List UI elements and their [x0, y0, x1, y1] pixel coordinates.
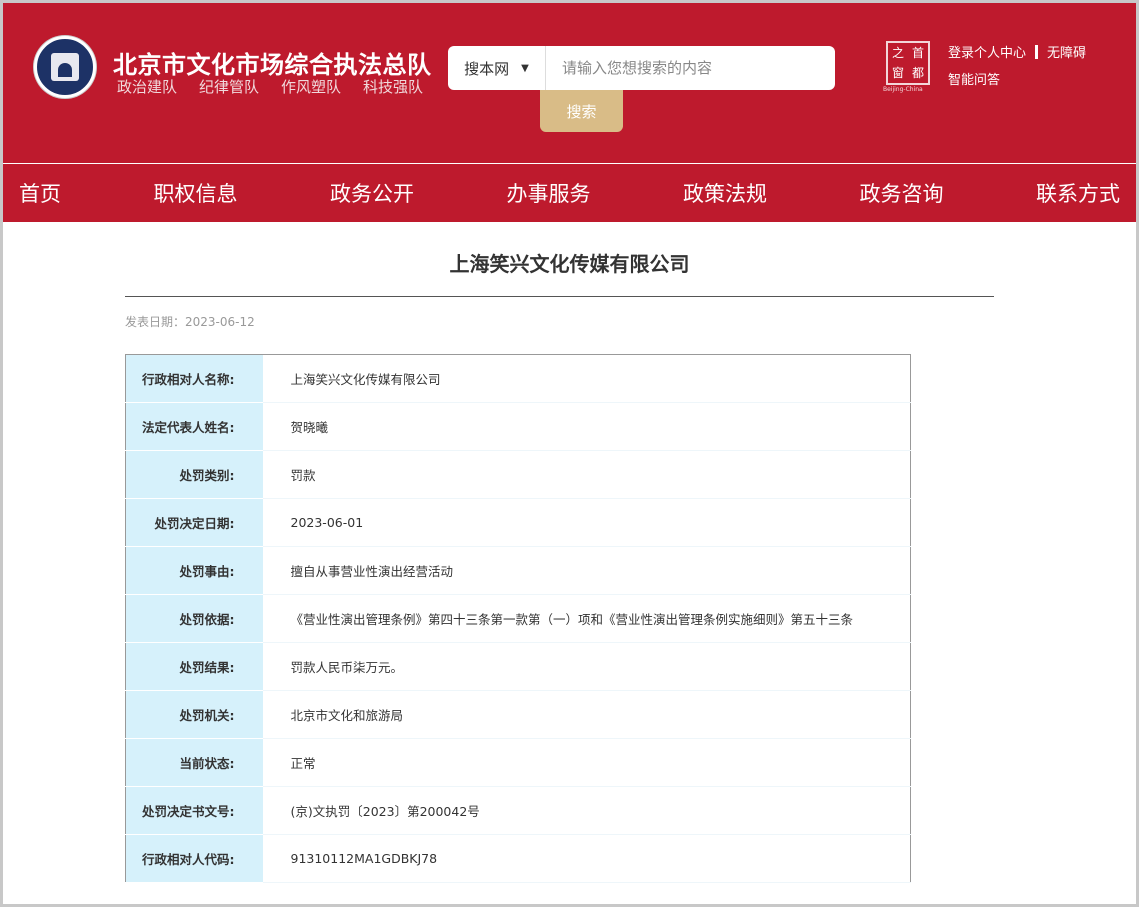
- seal-caption: Beijing-China: [883, 86, 923, 93]
- nav-home[interactable]: 首页: [19, 178, 61, 208]
- field-value: 正常: [262, 738, 911, 787]
- field-value: 罚款: [262, 450, 911, 499]
- caret-down-icon: ▼: [521, 62, 529, 74]
- slogan: 政治建队: [117, 78, 178, 96]
- divider: [1035, 45, 1039, 59]
- divider: [125, 296, 994, 297]
- nav-contact[interactable]: 联系方式: [1036, 178, 1120, 208]
- capital-window-seal-icon[interactable]: 之 首 窗 都: [886, 41, 930, 85]
- emblem-logo-icon[interactable]: [34, 36, 96, 98]
- header: 北京市文化市场综合执法总队 政治建队 纪律管队 作风塑队 科技强队 搜本网 ▼ 搜…: [3, 3, 1136, 163]
- field-label: 处罚事由:: [125, 546, 263, 595]
- login-link[interactable]: 登录个人中心: [948, 46, 1026, 61]
- field-value: 擅自从事营业性演出经营活动: [262, 546, 911, 595]
- accessibility-link[interactable]: 无障碍: [1047, 46, 1086, 61]
- field-label: 处罚机关:: [125, 690, 263, 739]
- field-label: 法定代表人姓名:: [125, 402, 263, 451]
- penalty-table: 行政相对人名称: 上海笑兴文化传媒有限公司 法定代表人姓名: 贺晓曦 处罚类别: 罚款 处罚…: [125, 354, 911, 883]
- search-scope-label: 搜本网: [464, 59, 510, 78]
- site-title[interactable]: 北京市文化市场综合执法总队: [113, 45, 432, 80]
- field-value: 91310112MA1GDBKJ78: [262, 834, 911, 883]
- top-links: 登录个人中心 无障碍 智能问答: [948, 40, 1086, 94]
- page: 北京市文化市场综合执法总队 政治建队 纪律管队 作风塑队 科技强队 搜本网 ▼ 搜…: [3, 3, 1136, 904]
- search-scope-select[interactable]: 搜本网 ▼: [448, 46, 546, 90]
- page-title: 上海笑兴文化传媒有限公司: [449, 252, 690, 276]
- smart-qa-link[interactable]: 智能问答: [948, 73, 1000, 88]
- table-row: 行政相对人代码: 91310112MA1GDBKJ78: [125, 834, 911, 883]
- search-bar: 搜本网 ▼: [448, 46, 835, 90]
- field-value: 北京市文化和旅游局: [262, 690, 911, 739]
- field-value: 《营业性演出管理条例》第四十三条第一款第（一）项和《营业性演出管理条例实施细则》…: [262, 594, 911, 643]
- table-row: 行政相对人名称: 上海笑兴文化传媒有限公司: [125, 354, 911, 403]
- field-label: 处罚依据:: [125, 594, 263, 643]
- seal-char: 首: [911, 46, 924, 60]
- table-row: 处罚决定书文号: (京)文执罚〔2023〕第200042号: [125, 786, 911, 835]
- field-value: 罚款人民币柒万元。: [262, 642, 911, 691]
- slogan: 作风塑队: [281, 78, 342, 96]
- publish-date: 发表日期：2023-06-12: [125, 315, 255, 329]
- field-value: (京)文执罚〔2023〕第200042号: [262, 786, 911, 835]
- table-row: 法定代表人姓名: 贺晓曦: [125, 402, 911, 451]
- table-row: 处罚决定日期: 2023-06-01: [125, 498, 911, 547]
- field-label: 当前状态:: [125, 738, 263, 787]
- table-row: 当前状态: 正常: [125, 738, 911, 787]
- seal-char: 都: [911, 66, 924, 80]
- nav-gov-affairs[interactable]: 政务公开: [330, 178, 414, 208]
- table-row: 处罚机关: 北京市文化和旅游局: [125, 690, 911, 739]
- seal-char: 窗: [891, 66, 904, 80]
- table-row: 处罚事由: 擅自从事营业性演出经营活动: [125, 546, 911, 595]
- slogan: 纪律管队: [199, 78, 260, 96]
- table-row: 处罚结果: 罚款人民币柒万元。: [125, 642, 911, 691]
- field-label: 处罚决定日期:: [125, 498, 263, 547]
- table-row: 处罚类别: 罚款: [125, 450, 911, 499]
- slogans: 政治建队 纪律管队 作风塑队 科技强队: [117, 76, 423, 97]
- table-row: 处罚依据: 《营业性演出管理条例》第四十三条第一款第（一）项和《营业性演出管理条例…: [125, 594, 911, 643]
- nav-consult[interactable]: 政务咨询: [860, 178, 944, 208]
- field-value: 上海笑兴文化传媒有限公司: [262, 354, 911, 403]
- seal-char: 之: [891, 46, 904, 60]
- search-button[interactable]: 搜索: [540, 90, 623, 132]
- field-label: 处罚类别:: [125, 450, 263, 499]
- search-input[interactable]: [546, 59, 835, 77]
- nav-authority[interactable]: 职权信息: [154, 178, 238, 208]
- field-label: 处罚结果:: [125, 642, 263, 691]
- nav-policies[interactable]: 政策法规: [683, 178, 767, 208]
- field-label: 行政相对人代码:: [125, 834, 263, 883]
- field-label: 行政相对人名称:: [125, 354, 263, 403]
- nav-services[interactable]: 办事服务: [507, 178, 591, 208]
- main-nav: 首页 职权信息 政务公开 办事服务 政策法规 政务咨询 联系方式: [3, 164, 1136, 222]
- slogan: 科技强队: [363, 78, 424, 96]
- field-value: 贺晓曦: [262, 402, 911, 451]
- field-label: 处罚决定书文号:: [125, 786, 263, 835]
- field-value: 2023-06-01: [262, 498, 911, 547]
